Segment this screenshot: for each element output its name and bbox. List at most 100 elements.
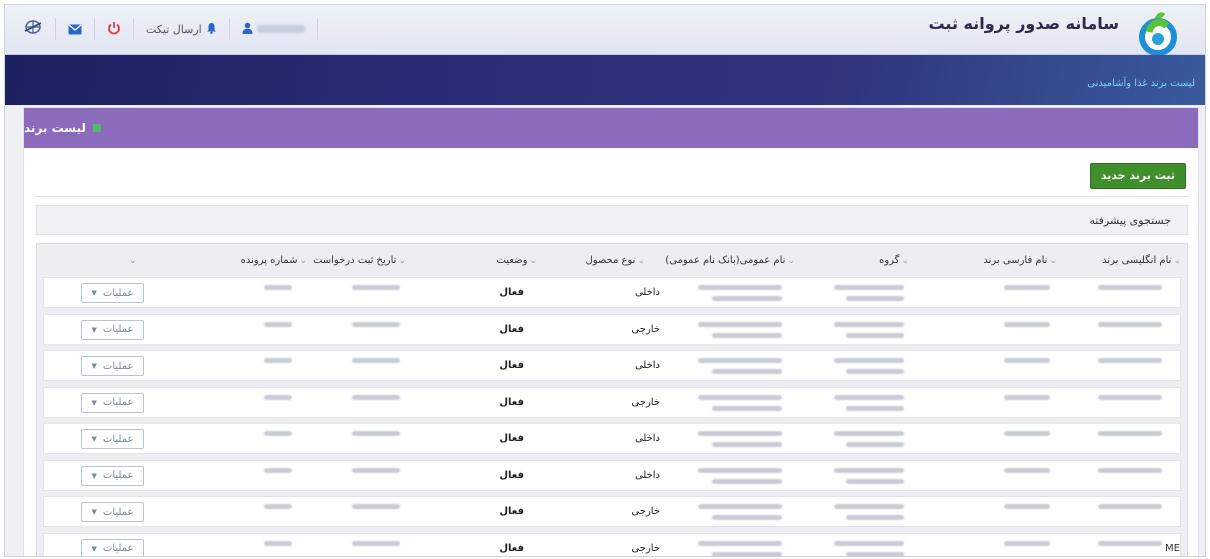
table-row[interactable]: داخلی فعال عملیات ▼: [43, 459, 1181, 491]
file-number-redacted: [264, 321, 292, 327]
header-label: تاریخ ثبت درخواست: [312, 255, 397, 266]
col-status[interactable]: ⌄وضعیت: [496, 255, 537, 266]
operations-dropdown[interactable]: عملیات ▼: [81, 356, 144, 376]
operations-label: عملیات: [102, 506, 134, 518]
advanced-search-toggle[interactable]: جستجوی پیشرفته: [36, 205, 1188, 235]
operations-label: عملیات: [102, 433, 134, 445]
user-menu[interactable]: [242, 22, 305, 37]
request-date-redacted: [352, 540, 400, 546]
chevron-down-icon: ⌄: [529, 256, 537, 266]
generic-name-redacted: [698, 358, 782, 374]
file-number-redacted: [264, 540, 292, 546]
caret-down-icon: ▼: [91, 471, 97, 480]
operations-dropdown[interactable]: عملیات ▼: [81, 392, 144, 413]
product-type: داخلی: [634, 469, 660, 481]
divider: [55, 18, 56, 40]
request-date-redacted: [352, 358, 400, 363]
english-name-redacted: [1098, 285, 1162, 290]
request-date-redacted: [352, 394, 400, 400]
request-date-redacted: [352, 431, 400, 436]
send-ticket-link[interactable]: ارسال تیکت: [146, 22, 217, 37]
send-ticket-label: ارسال تیکت: [146, 22, 202, 36]
header-label: وضعیت: [496, 255, 528, 266]
globe-icon[interactable]: [23, 19, 43, 39]
operations-dropdown[interactable]: عملیات ▼: [81, 283, 144, 303]
divider: [133, 18, 134, 40]
header-label: نام انگلیسی برند: [1102, 255, 1172, 266]
caret-down-icon: ▼: [91, 325, 97, 334]
operations-dropdown[interactable]: عملیات ▼: [81, 429, 144, 449]
group-redacted: [834, 358, 904, 374]
table-row[interactable]: داخلی فعال عملیات ▼: [43, 423, 1181, 454]
persian-name-redacted: [1004, 358, 1050, 363]
request-date-redacted: [352, 285, 400, 290]
group-redacted: [834, 321, 904, 338]
chevron-down-icon: ⌄: [901, 256, 909, 266]
user-name-redacted: [256, 25, 305, 33]
caret-down-icon: ▼: [91, 508, 97, 516]
caret-down-icon: ▼: [91, 398, 97, 407]
group-redacted: [834, 504, 904, 520]
operations-dropdown[interactable]: عملیات ▼: [81, 465, 144, 486]
generic-name-redacted: [698, 321, 782, 338]
english-name-redacted: [1098, 321, 1162, 327]
persian-name-redacted: [1004, 321, 1050, 327]
file-number-redacted: [264, 431, 292, 436]
product-type: داخلی: [634, 287, 660, 298]
request-date-redacted: [352, 504, 400, 509]
product-type: خارجی: [631, 396, 660, 408]
col-generic-name[interactable]: ⌄نام عمومی(بانک نام عمومی): [665, 255, 795, 266]
operations-label: عملیات: [102, 287, 134, 299]
generic-name-redacted: [698, 394, 782, 411]
chevron-down-icon: ⌄: [129, 256, 137, 266]
app-title: سامانه صدور پروانه ثبت: [928, 14, 1119, 33]
chevron-down-icon: ⌄: [787, 256, 795, 266]
col-actions[interactable]: ⌄: [127, 255, 137, 266]
request-date-redacted: [352, 467, 400, 473]
operations-dropdown[interactable]: عملیات ▼: [81, 502, 144, 522]
product-type: داخلی: [634, 360, 660, 371]
chevron-down-icon: ⌄: [299, 256, 307, 266]
group-redacted: [834, 394, 904, 411]
operations-label: عملیات: [102, 397, 134, 408]
divider: [316, 18, 318, 40]
generic-name-redacted: [698, 467, 782, 484]
english-name-redacted: [1098, 504, 1162, 509]
status-value: فعال: [499, 433, 524, 444]
table-row[interactable]: داخلی فعال عملیات ▼: [43, 350, 1181, 381]
bell-icon: [206, 22, 217, 37]
operations-label: عملیات: [102, 360, 134, 372]
table-row[interactable]: خارجی فعال عملیات ▼ ME: [43, 532, 1181, 556]
table-row[interactable]: داخلی فعال عملیات ▼: [43, 277, 1181, 308]
table-row[interactable]: خارجی فعال عملیات ▼: [43, 386, 1181, 418]
col-group[interactable]: ⌄گروه: [879, 255, 909, 266]
status-value: فعال: [499, 396, 524, 408]
col-english-name[interactable]: ⌄نام انگلیسی برند: [1102, 255, 1181, 266]
mail-icon[interactable]: [68, 20, 82, 39]
header-label: نام فارسی برند: [983, 255, 1048, 266]
col-product-type[interactable]: ⌄نوع محصول: [585, 255, 645, 266]
product-type: خارجی: [631, 506, 660, 517]
header-band: لیست برند غذا وآشامیدنی: [5, 55, 1205, 105]
product-type: داخلی: [634, 433, 660, 444]
persian-name-redacted: [1004, 285, 1050, 290]
power-icon[interactable]: [107, 20, 121, 39]
status-value: فعال: [499, 360, 524, 371]
status-value: فعال: [499, 506, 524, 517]
table-row[interactable]: خارجی فعال عملیات ▼: [43, 496, 1181, 527]
english-name-redacted: [1098, 540, 1162, 546]
table-row[interactable]: خارجی فعال عملیات ▼: [43, 313, 1181, 345]
operations-dropdown[interactable]: عملیات ▼: [81, 319, 144, 340]
page-subtitle-link[interactable]: لیست برند غذا وآشامیدنی: [1087, 78, 1195, 89]
app-frame: ارسال تیکت سامانه صدور پروانه ثبت لیست ب…: [4, 4, 1206, 557]
advanced-search-label: جستجوی پیشرفته: [1089, 214, 1171, 227]
caret-down-icon: ▼: [91, 362, 97, 370]
col-persian-name[interactable]: ⌄نام فارسی برند: [983, 255, 1057, 266]
table-header: ⌄نام انگلیسی برند ⌄نام فارسی برند ⌄گروه …: [37, 244, 1187, 276]
operations-dropdown[interactable]: عملیات ▼: [81, 538, 144, 556]
divider: [36, 196, 1188, 197]
col-file-number[interactable]: ⌄شماره پرونده: [241, 255, 307, 266]
col-request-date[interactable]: ⌄تاریخ ثبت درخواست: [313, 255, 406, 266]
new-brand-button[interactable]: ثبت برند جدید: [1089, 163, 1186, 189]
operations-label: عملیات: [102, 324, 134, 335]
